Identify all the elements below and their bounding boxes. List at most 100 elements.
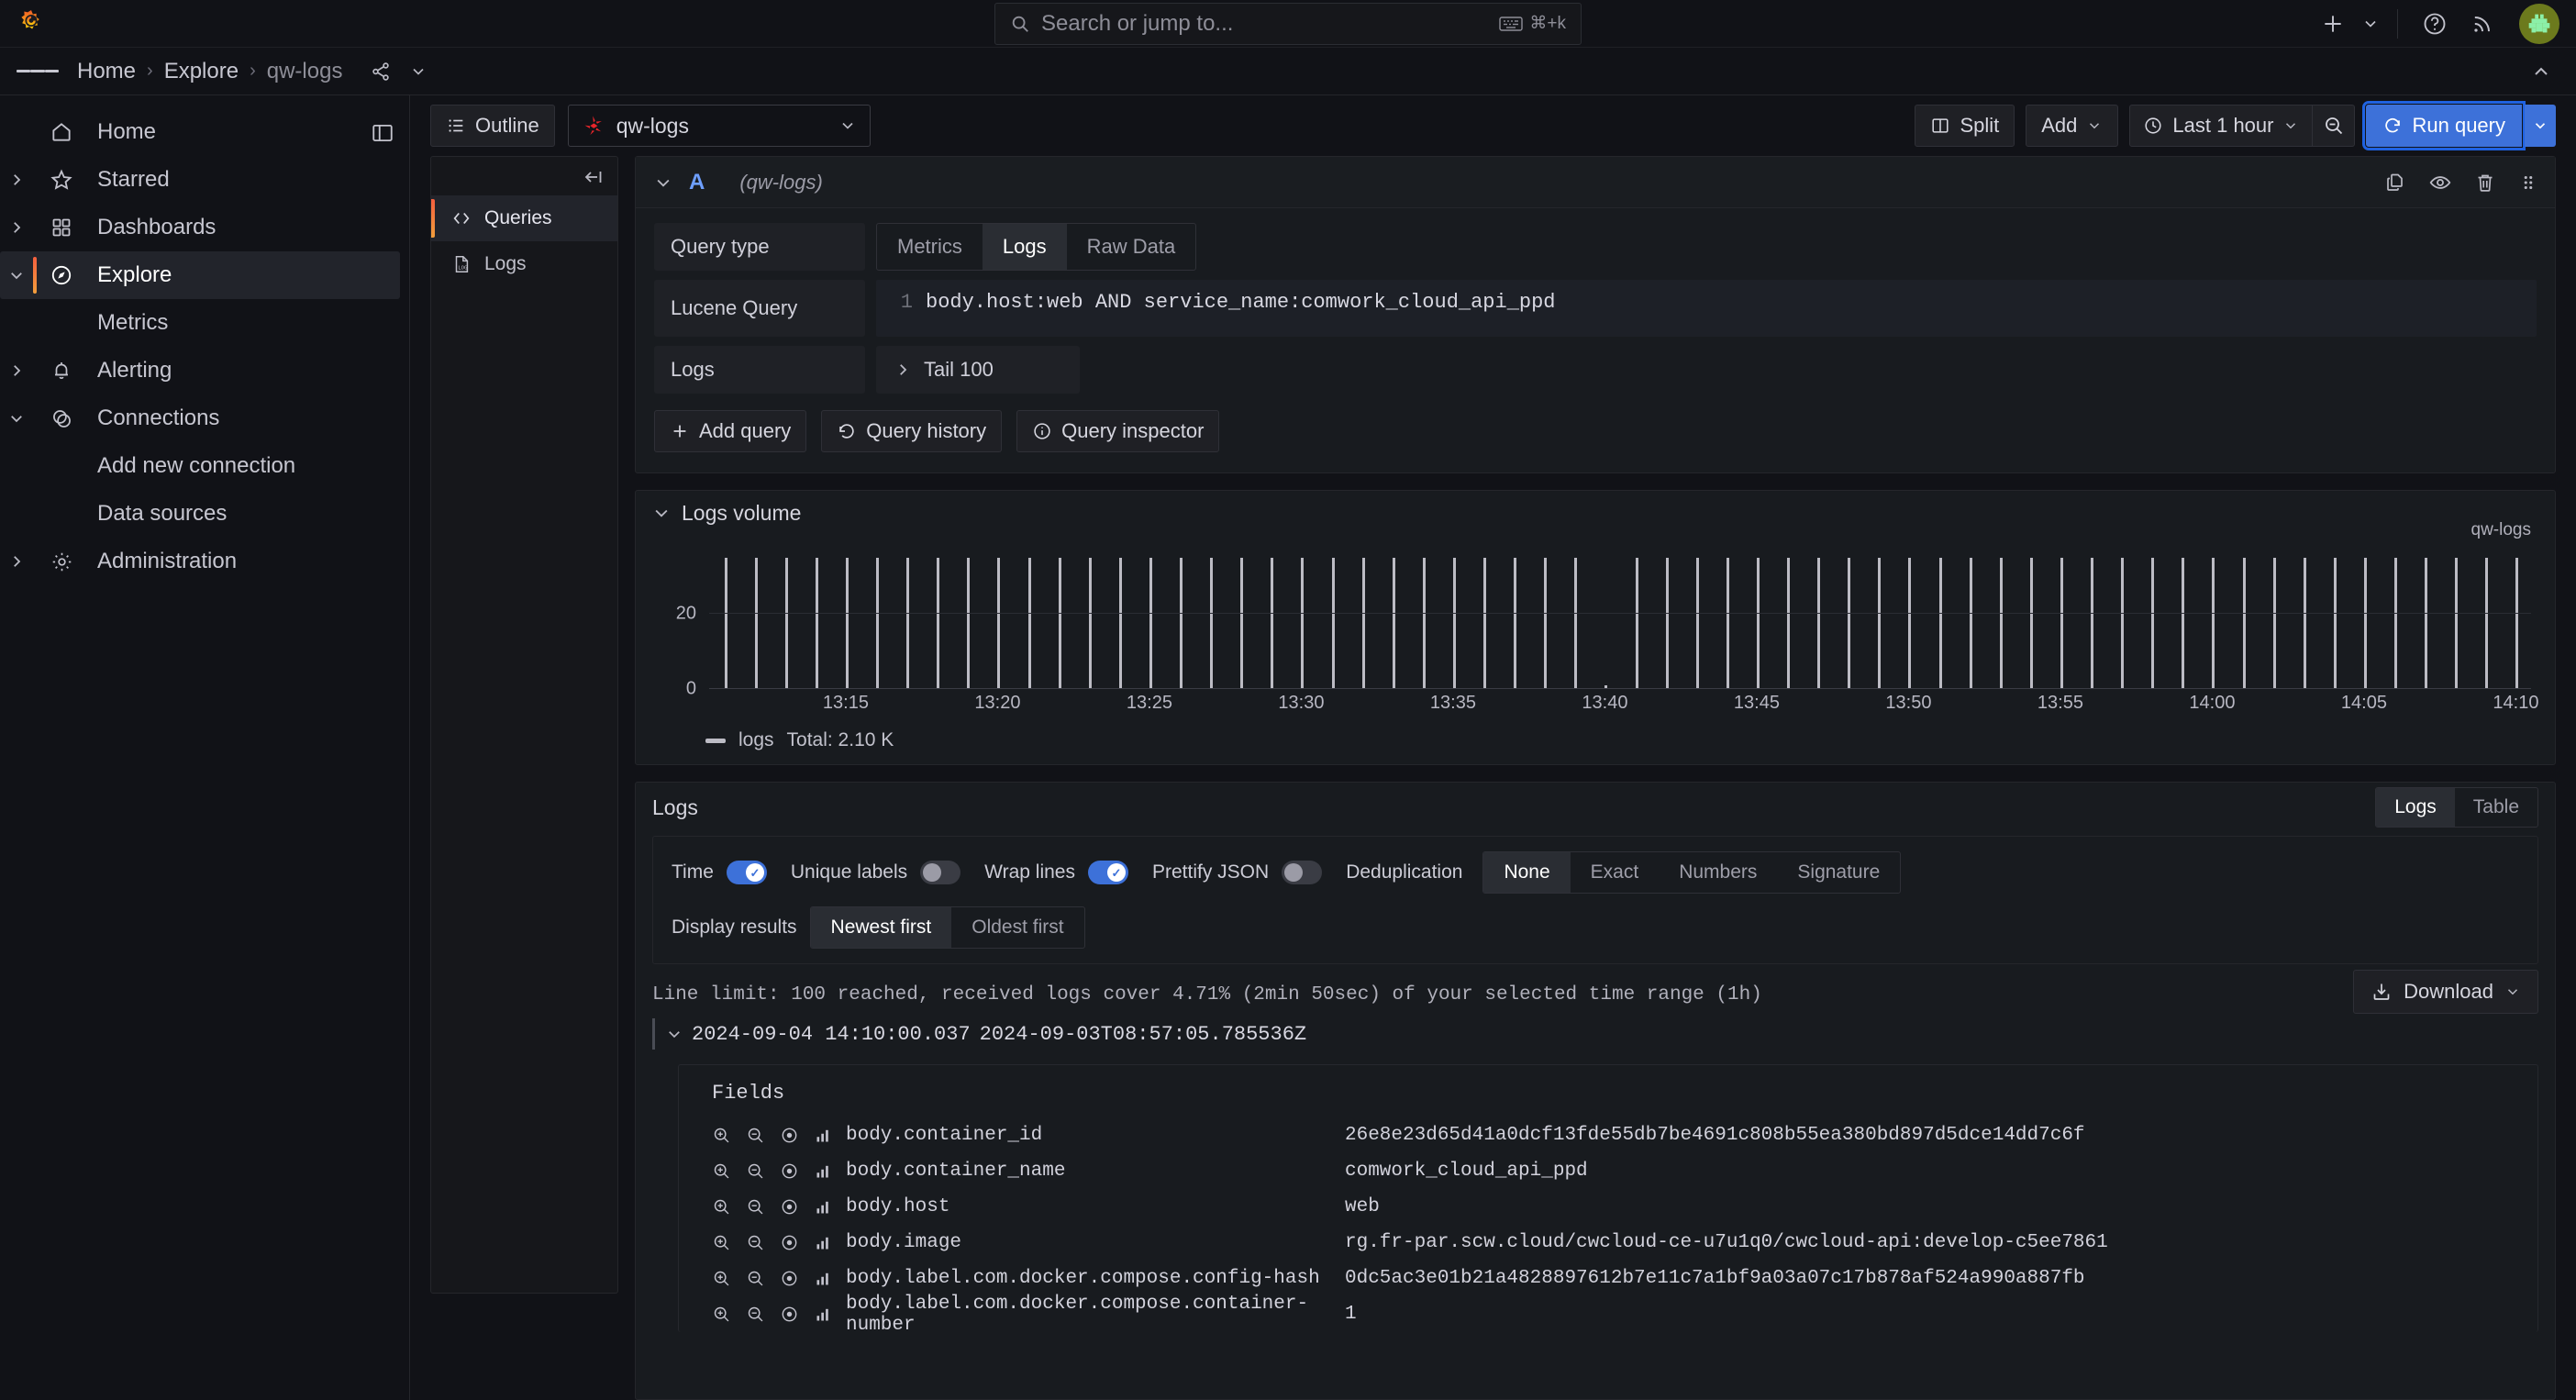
field-stats-icon[interactable] [814,1269,833,1288]
field-stats-icon[interactable] [814,1197,833,1217]
run-query-button[interactable]: Run query [2362,101,2526,150]
log-entry-line[interactable]: 2024-09-04 14:10:00.037 2024-09-03T08:57… [652,1018,2538,1050]
add-button[interactable]: Add [2026,105,2119,147]
explore-toolbar-actions: Split Add Last 1 hour Run query [1915,101,2556,150]
display-oldest-first[interactable]: Oldest first [951,907,1083,948]
sidebar-item-data-sources[interactable]: Data sources [0,490,400,538]
logs-volume-header[interactable]: Logs volume [636,491,2555,535]
news-button[interactable] [2459,0,2506,48]
sidebar-item-connections[interactable]: Connections [0,394,400,442]
add-new-button[interactable] [2309,0,2357,48]
sidebar-item-administration[interactable]: Administration [0,538,400,585]
outline-item-queries[interactable]: Queries [431,195,617,241]
tab-logs[interactable]: Logs [2376,788,2455,827]
wrap-lines-toggle-label: Wrap lines [984,861,1075,883]
collapse-log-entry-icon[interactable] [666,1026,683,1042]
filter-for-value-icon[interactable] [712,1161,731,1181]
query-inspector-button[interactable]: Query inspector [1016,410,1220,452]
filter-for-value-icon[interactable] [712,1126,731,1145]
expand-starred-button[interactable] [0,172,33,188]
sidebar-item-dashboards[interactable]: Dashboards [0,204,400,251]
share-button[interactable] [362,53,399,90]
filter-out-value-icon[interactable] [746,1126,765,1145]
sidebar-item-alerting[interactable]: Alerting [0,347,400,394]
search-input[interactable]: Search or jump to... ⌘+k [994,2,1582,45]
toggle-field-visibility-icon[interactable] [780,1161,799,1181]
query-history-button[interactable]: Query history [821,410,1003,452]
query-type-metrics[interactable]: Metrics [877,224,983,270]
remove-query-icon[interactable] [2474,172,2496,194]
unique-labels-toggle[interactable] [920,861,961,884]
collapse-outline-button[interactable] [583,166,605,188]
toggle-field-visibility-icon[interactable] [780,1305,799,1324]
filter-out-value-icon[interactable] [746,1161,765,1181]
filter-out-value-icon[interactable] [746,1233,765,1252]
time-range-picker[interactable]: Last 1 hour [2129,105,2314,147]
outline-button[interactable]: Outline [430,105,555,147]
collapse-connections-button[interactable] [0,410,33,427]
toggle-query-visibility-icon[interactable] [2428,171,2452,194]
toggle-field-visibility-icon[interactable] [780,1269,799,1288]
filter-out-value-icon[interactable] [746,1269,765,1288]
split-button-label: Split [1960,114,2000,137]
filter-out-value-icon[interactable] [746,1305,765,1324]
outline-item-logs[interactable]: LOG Logs [431,241,617,287]
duplicate-query-icon[interactable] [2384,172,2406,194]
grafana-logo[interactable] [11,4,51,44]
sidebar-item-explore[interactable]: Explore [0,251,400,299]
logs-view-tabs: Logs Table [2375,787,2538,828]
toggle-field-visibility-icon[interactable] [780,1233,799,1252]
time-toggle[interactable] [726,861,767,884]
breadcrumb-item-home[interactable]: Home [72,59,141,84]
avatar[interactable] [2519,3,2559,44]
toggle-field-visibility-icon[interactable] [780,1197,799,1217]
filter-out-value-icon[interactable] [746,1197,765,1217]
collapse-query-button[interactable] [654,173,672,192]
filter-for-value-icon[interactable] [712,1305,731,1324]
add-query-button[interactable]: Add query [654,410,807,452]
dedup-none[interactable]: None [1483,852,1571,893]
expand-alerting-button[interactable] [0,362,33,379]
expand-dashboards-button[interactable] [0,219,33,236]
menu-toggle-button[interactable] [17,50,59,93]
breadcrumb-item-explore[interactable]: Explore [159,59,244,84]
query-editor-panel: A (qw-logs) Query type Metrics Logs Raw … [635,156,2556,473]
query-type-logs[interactable]: Logs [982,224,1067,270]
drag-query-icon[interactable] [2518,172,2538,193]
field-stats-icon[interactable] [814,1233,833,1252]
sidebar-item-metrics[interactable]: Metrics [0,299,400,347]
filter-for-value-icon[interactable] [712,1269,731,1288]
query-type-raw-data[interactable]: Raw Data [1067,224,1196,270]
collapse-breadcrumb-button[interactable] [2530,61,2552,83]
field-stats-icon[interactable] [814,1305,833,1324]
logs-volume-chart[interactable]: qw-logs 0 20 13:15 13:20 13:25 13:30 13:35 13:… [652,520,2539,715]
breadcrumb-item-qw-logs[interactable]: qw-logs [261,59,349,84]
filter-for-value-icon[interactable] [712,1233,731,1252]
help-button[interactable] [2411,0,2459,48]
dedup-signature[interactable]: Signature [1777,852,1900,893]
expand-administration-button[interactable] [0,553,33,570]
collapse-explore-button[interactable] [0,267,33,283]
prettify-json-toggle[interactable] [1282,861,1323,884]
sidebar-item-add-new-connection[interactable]: Add new connection [0,442,400,490]
split-button[interactable]: Split [1915,105,2015,147]
sidebar-item-home[interactable]: Home [0,108,400,156]
tab-table[interactable]: Table [2455,788,2537,827]
dedup-exact[interactable]: Exact [1571,852,1660,893]
wrap-lines-toggle[interactable] [1087,861,1128,884]
breadcrumb-more-button[interactable] [403,53,434,90]
datasource-picker[interactable]: qw-logs [567,105,871,147]
toggle-field-visibility-icon[interactable] [780,1126,799,1145]
add-new-dropdown[interactable] [2357,0,2384,48]
sidebar-item-starred[interactable]: Starred [0,156,400,204]
run-query-interval-dropdown[interactable] [2525,105,2556,147]
filter-for-value-icon[interactable] [712,1197,731,1217]
field-stats-icon[interactable] [814,1126,833,1145]
zoom-out-time-button[interactable] [2313,105,2356,147]
lucene-query-input[interactable]: 1 body.host:web AND service_name:comwork… [876,280,2537,337]
field-stats-icon[interactable] [814,1161,833,1181]
dedup-numbers[interactable]: Numbers [1659,852,1777,893]
display-newest-first[interactable]: Newest first [810,907,952,948]
download-button[interactable]: Download [2353,970,2538,1014]
tail-limit-expander[interactable]: Tail 100 [876,346,1080,394]
